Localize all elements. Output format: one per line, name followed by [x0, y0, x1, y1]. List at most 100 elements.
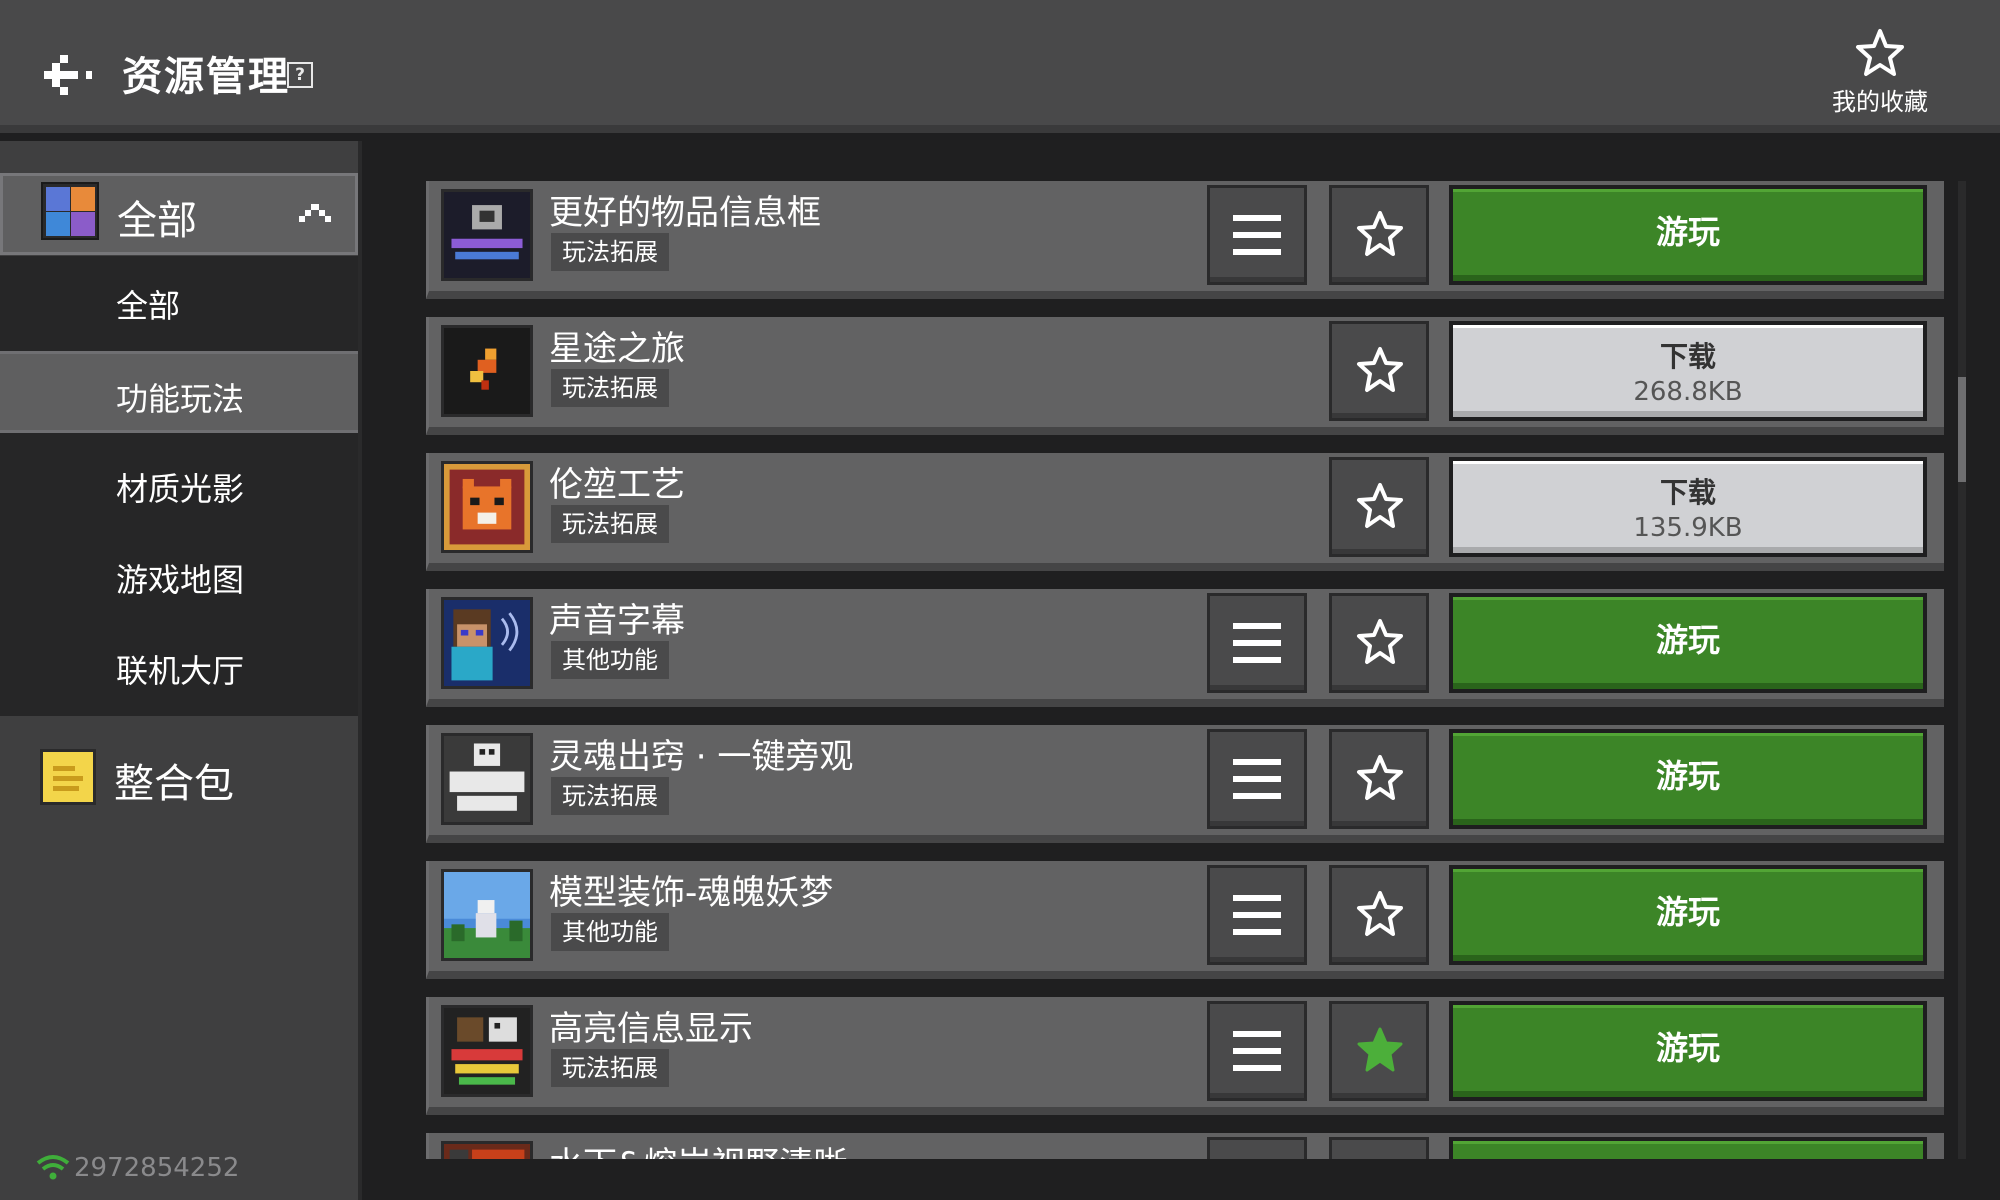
- list-item[interactable]: 星途之旅 玩法拓展 下载 268.8KB: [426, 317, 1944, 435]
- sidebar-item-label: 游戏地图: [116, 561, 245, 599]
- sidebar-item-textures[interactable]: 材质光影: [0, 444, 358, 526]
- sidebar-item-modpack[interactable]: 整合包: [0, 733, 358, 823]
- list-item[interactable]: 声音字幕 其他功能 游玩: [426, 589, 1944, 707]
- my-favorites-button[interactable]: 我的收藏: [1810, 28, 1950, 118]
- list-item[interactable]: 高亮信息显示 玩法拓展 游玩: [426, 997, 1944, 1115]
- sidebar-item-maps[interactable]: 游戏地图: [0, 535, 358, 617]
- menu-lines-icon: [1233, 215, 1281, 255]
- list-item[interactable]: 模型装饰-魂魄妖梦 其他功能 游玩: [426, 861, 1944, 979]
- play-button[interactable]: 游玩: [1449, 865, 1927, 965]
- favorite-button[interactable]: [1329, 457, 1429, 557]
- item-menu-button[interactable]: [1207, 593, 1307, 693]
- item-title: 模型装饰-魂魄妖梦: [549, 873, 834, 913]
- item-tag: 玩法拓展: [551, 369, 669, 407]
- item-tag: 玩法拓展: [551, 233, 669, 271]
- favorite-button[interactable]: [1329, 865, 1429, 965]
- favorite-button[interactable]: [1329, 321, 1429, 421]
- scrollbar[interactable]: [1958, 181, 1966, 1159]
- category-label: 全部: [117, 198, 197, 244]
- item-title: 水下&熔岩视野清晰: [549, 1137, 848, 1159]
- item-tag: 玩法拓展: [551, 1049, 669, 1087]
- item-tag: 玩法拓展: [551, 505, 669, 543]
- favorite-button[interactable]: [1329, 1001, 1429, 1101]
- download-button[interactable]: 下载 135.9KB: [1449, 457, 1927, 557]
- item-title: 星途之旅: [549, 329, 685, 369]
- subcategory-list: 全部 功能玩法 材质光影 游戏地图 联机大厅: [0, 256, 358, 716]
- wifi-icon: [36, 1155, 70, 1180]
- list-item[interactable]: 水下&熔岩视野清晰 游玩: [426, 1133, 1944, 1159]
- item-thumbnail: [441, 733, 533, 825]
- play-button[interactable]: 游玩: [1449, 185, 1927, 285]
- item-menu-button[interactable]: [1207, 865, 1307, 965]
- sidebar-item-all[interactable]: 全部: [0, 261, 358, 343]
- item-tag: 玩法拓展: [551, 777, 669, 815]
- sidebar-item-label: 联机大厅: [116, 652, 245, 690]
- resource-list-panel: 更好的物品信息框 玩法拓展 游玩 星途之旅 玩法拓展 下载 268.8KB 伦堃…: [366, 141, 2000, 1200]
- download-label: 下载: [1659, 476, 1716, 509]
- favorite-button[interactable]: [1329, 729, 1429, 829]
- sidebar-item-label: 材质光影: [116, 470, 245, 508]
- item-tag: 其他功能: [551, 913, 669, 951]
- download-button[interactable]: 下载 268.8KB: [1449, 321, 1927, 421]
- category-all-toggle[interactable]: 全部: [0, 173, 358, 255]
- list-item[interactable]: 更好的物品信息框 玩法拓展 游玩: [426, 181, 1944, 299]
- favorites-label: 我的收藏: [1832, 88, 1928, 116]
- list-item[interactable]: 伦堃工艺 玩法拓展 下载 135.9KB: [426, 453, 1944, 571]
- download-size: 135.9KB: [1633, 513, 1743, 543]
- scrollbar-thumb[interactable]: [1958, 377, 1966, 482]
- favorite-button[interactable]: [1329, 593, 1429, 693]
- star-filled-icon: [1357, 1027, 1403, 1072]
- sidebar-item-lobby[interactable]: 联机大厅: [0, 626, 358, 708]
- item-thumbnail: [441, 189, 533, 281]
- user-id-text: 2972854252: [74, 1153, 240, 1183]
- play-button[interactable]: 游玩: [1449, 729, 1927, 829]
- blocks-icon: [41, 182, 99, 240]
- top-bar: 资源管理 ? 我的收藏: [0, 0, 2000, 133]
- page-title: 资源管理: [122, 54, 290, 100]
- item-menu-button[interactable]: [1207, 729, 1307, 829]
- chevron-up-icon: [299, 204, 331, 222]
- item-menu-button[interactable]: [1207, 1001, 1307, 1101]
- item-title: 伦堃工艺: [549, 465, 685, 505]
- item-title: 声音字幕: [549, 601, 685, 641]
- menu-lines-icon: [1233, 623, 1281, 663]
- menu-lines-icon: [1233, 759, 1281, 799]
- item-thumbnail: [441, 1141, 533, 1159]
- star-outline-icon: [1856, 29, 1904, 76]
- resource-list: 更好的物品信息框 玩法拓展 游玩 星途之旅 玩法拓展 下载 268.8KB 伦堃…: [426, 181, 1944, 1159]
- item-thumbnail: [441, 1005, 533, 1097]
- item-thumbnail: [441, 597, 533, 689]
- item-menu-button[interactable]: [1207, 1137, 1307, 1159]
- favorite-button[interactable]: [1329, 1137, 1429, 1159]
- menu-lines-icon: [1233, 1031, 1281, 1071]
- star-outline-icon: [1357, 347, 1403, 392]
- favorite-button[interactable]: [1329, 185, 1429, 285]
- star-outline-icon: [1357, 755, 1403, 800]
- help-icon[interactable]: ?: [287, 62, 313, 88]
- star-outline-icon: [1357, 891, 1403, 936]
- menu-lines-icon: [1233, 895, 1281, 935]
- user-id: 2972854252: [36, 1153, 239, 1183]
- item-menu-button[interactable]: [1207, 185, 1307, 285]
- star-outline-icon: [1357, 619, 1403, 664]
- item-title: 高亮信息显示: [549, 1009, 753, 1049]
- item-tag: 其他功能: [551, 641, 669, 679]
- item-thumbnail: [441, 325, 533, 417]
- item-title: 灵魂出窍 · 一键旁观: [549, 737, 854, 777]
- sidebar-item-label: 功能玩法: [116, 380, 245, 418]
- sidebar: 全部 全部 功能玩法 材质光影 游戏地图 联机大厅 整合包 2972854252: [0, 141, 362, 1200]
- download-size: 268.8KB: [1633, 377, 1743, 407]
- item-title: 更好的物品信息框: [549, 193, 821, 233]
- item-thumbnail: [441, 461, 533, 553]
- back-arrow-icon[interactable]: [44, 50, 102, 98]
- sidebar-item-label: 全部: [116, 287, 181, 325]
- download-label: 下载: [1659, 340, 1716, 373]
- play-button[interactable]: 游玩: [1449, 1001, 1927, 1101]
- item-thumbnail: [441, 869, 533, 961]
- star-outline-icon: [1357, 211, 1403, 256]
- play-button[interactable]: 游玩: [1449, 593, 1927, 693]
- list-item[interactable]: 灵魂出窍 · 一键旁观 玩法拓展 游玩: [426, 725, 1944, 843]
- star-outline-icon: [1357, 483, 1403, 528]
- play-button[interactable]: 游玩: [1449, 1137, 1927, 1159]
- sidebar-item-gameplay[interactable]: 功能玩法: [0, 351, 358, 433]
